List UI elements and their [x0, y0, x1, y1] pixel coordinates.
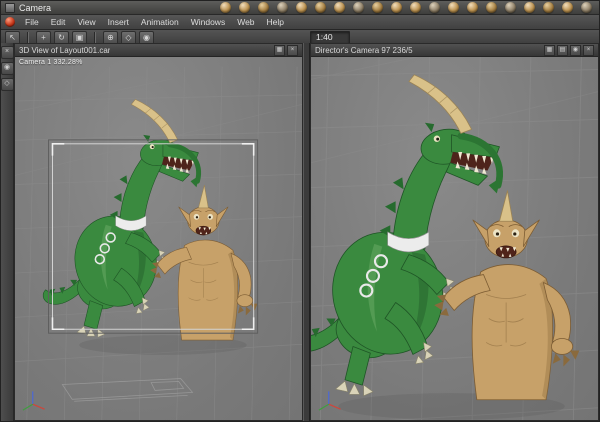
menu-item-edit[interactable]: Edit	[45, 16, 72, 29]
viewport-right: Director's Camera 97 236/5 ▦ ▤ ◉ ×	[310, 43, 599, 421]
toolbar-separator	[27, 32, 29, 43]
window-icon	[5, 2, 15, 13]
close-panel-icon[interactable]: ×	[0, 46, 14, 59]
menu-item-file[interactable]: File	[19, 16, 45, 29]
room-sphere-icon[interactable]	[277, 2, 288, 13]
pan-view-icon[interactable]: ◇	[0, 78, 14, 91]
room-sphere-icon[interactable]	[486, 2, 497, 13]
menu-item-help[interactable]: Help	[261, 16, 290, 29]
scene-instance-right[interactable]	[311, 57, 598, 420]
viewport-left-header-icons: ▦ ×	[274, 44, 298, 56]
scene-instance-left[interactable]	[15, 67, 302, 420]
carrara-window: Camera File Edit View Insert Animation W…	[0, 0, 600, 422]
viewport-list-icon[interactable]: ▤	[557, 44, 568, 56]
viewport-right-canvas[interactable]	[311, 57, 598, 420]
room-sphere-icon[interactable]	[581, 2, 592, 13]
room-sphere-icon[interactable]	[315, 2, 326, 13]
viewport-right-title: Director's Camera 97 236/5	[315, 45, 413, 55]
viewport-splitter[interactable]	[303, 43, 310, 421]
viewport-grid-icon[interactable]: ▦	[544, 44, 555, 56]
room-sphere-icon[interactable]	[220, 2, 231, 13]
main-area: × ◉ ◇ 3D View of Layout001.car ▦ × Camer…	[0, 43, 599, 421]
viewport-left-header[interactable]: 3D View of Layout001.car ▦ ×	[15, 44, 302, 57]
room-sphere-icon[interactable]	[239, 2, 250, 13]
viewport-left: 3D View of Layout001.car ▦ × Camera 1 33…	[14, 43, 303, 421]
title-bar: Camera	[1, 1, 599, 15]
camera-select-icon[interactable]: ◉	[0, 62, 14, 75]
room-sphere-icon[interactable]	[429, 2, 440, 13]
viewport-grid-icon[interactable]: ▦	[274, 44, 285, 56]
room-sphere-icon[interactable]	[543, 2, 554, 13]
menu-bar: File Edit View Insert Animation Windows …	[1, 15, 599, 30]
window-title: Camera	[19, 2, 52, 13]
room-sphere-icon[interactable]	[505, 2, 516, 13]
viewport-left-canvas[interactable]: Camera 1 332.28%	[15, 57, 302, 420]
room-sphere-row	[220, 2, 592, 13]
viewport-close-icon[interactable]: ×	[287, 44, 298, 56]
axis-indicator	[22, 391, 45, 411]
viewport-right-header-icons: ▦ ▤ ◉ ×	[544, 44, 594, 56]
menu-item-windows[interactable]: Windows	[185, 16, 231, 29]
room-sphere-icon[interactable]	[467, 2, 478, 13]
room-sphere-icon[interactable]	[296, 2, 307, 13]
room-sphere-icon[interactable]	[258, 2, 269, 13]
side-tool-strip: × ◉ ◇	[0, 43, 14, 421]
menu-item-web[interactable]: Web	[231, 16, 260, 29]
room-sphere-icon[interactable]	[372, 2, 383, 13]
viewport-left-title: 3D View of Layout001.car	[19, 45, 111, 55]
menu-item-view[interactable]: View	[71, 16, 101, 29]
room-sphere-icon[interactable]	[334, 2, 345, 13]
room-sphere-icon[interactable]	[410, 2, 421, 13]
room-sphere-icon[interactable]	[353, 2, 364, 13]
menu-item-insert[interactable]: Insert	[102, 16, 135, 29]
room-sphere-icon[interactable]	[524, 2, 535, 13]
viewport-camera-icon[interactable]: ◉	[570, 44, 581, 56]
viewport-close-icon[interactable]: ×	[583, 44, 594, 56]
viewport-right-header[interactable]: Director's Camera 97 236/5 ▦ ▤ ◉ ×	[311, 44, 598, 57]
room-sphere-icon[interactable]	[562, 2, 573, 13]
app-icon[interactable]	[5, 17, 15, 27]
room-sphere-icon[interactable]	[448, 2, 459, 13]
toolbar-separator	[94, 32, 96, 43]
camera-zoom-label: Camera 1 332.28%	[19, 59, 83, 66]
menu-item-animation[interactable]: Animation	[135, 16, 185, 29]
axis-indicator	[318, 391, 341, 411]
room-sphere-icon[interactable]	[391, 2, 402, 13]
